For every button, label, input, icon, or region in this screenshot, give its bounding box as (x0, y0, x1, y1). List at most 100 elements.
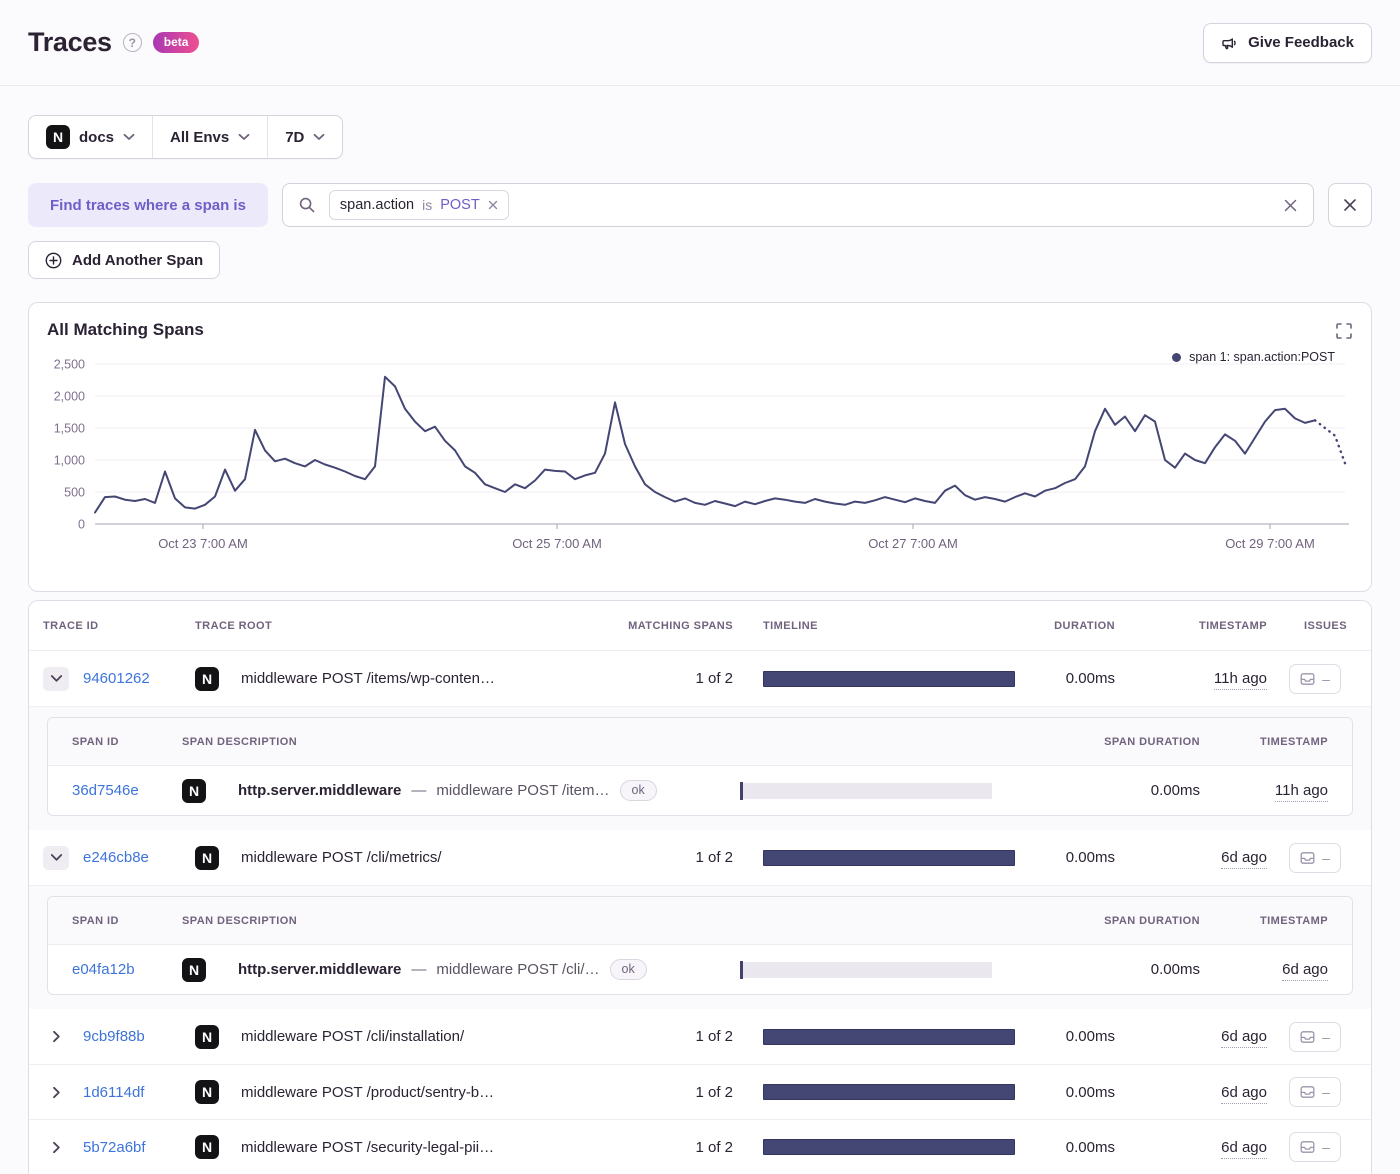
trace-root: middleware POST /cli/installation/ (241, 1028, 465, 1045)
expand-chart-button[interactable] (1336, 323, 1352, 339)
expanded-span-region: SPAN ID SPAN DESCRIPTION SPAN DURATION T… (29, 885, 1371, 1009)
trace-id-link[interactable]: 5b72a6bf (83, 1139, 195, 1156)
all-matching-spans-panel: All Matching Spans span 1: span.action:P… (28, 302, 1372, 592)
timestamp-value[interactable]: 6d ago (1221, 1028, 1267, 1048)
remove-token-icon[interactable] (488, 200, 498, 210)
nextjs-icon: N (46, 125, 70, 149)
timestamp-value[interactable]: 6d ago (1221, 849, 1267, 869)
span-id-link[interactable]: 36d7546e (72, 782, 182, 799)
search-token[interactable]: span.action is POST (328, 190, 509, 220)
matching-spans-count: 1 of 2 (695, 670, 733, 687)
timeline-bar (763, 849, 1015, 866)
chevron-down-icon (238, 133, 250, 140)
trace-root: middleware POST /product/sentry-b… (241, 1083, 495, 1101)
expand-row-button[interactable] (43, 1135, 69, 1159)
span-timeline-marker (740, 781, 743, 800)
duration-value: 0.00ms (1065, 670, 1115, 687)
timestamp-value[interactable]: 6d ago (1221, 1138, 1267, 1159)
timeline-bar (763, 1028, 1015, 1045)
table-row[interactable]: 1d6114df N middleware POST /product/sent… (29, 1064, 1371, 1119)
issues-icon (1300, 1030, 1315, 1043)
chevron-right-icon (52, 1141, 60, 1153)
collapse-row-button[interactable] (43, 845, 69, 870)
nextjs-icon: N (195, 1135, 219, 1159)
span-id-link[interactable]: e04fa12b (72, 961, 182, 978)
date-range-selector[interactable]: 7D (267, 116, 342, 158)
span-op: http.server.middleware (238, 961, 402, 978)
remove-span-filter-button[interactable] (1328, 183, 1372, 227)
svg-text:Oct 23 7:00 AM: Oct 23 7:00 AM (158, 536, 248, 551)
environment-selector[interactable]: All Envs (152, 116, 267, 158)
environment-selector-value: All Envs (170, 128, 230, 146)
help-icon[interactable]: ? (122, 33, 142, 52)
svg-text:0: 0 (78, 518, 85, 532)
issues-count: – (1322, 1139, 1330, 1155)
span-timestamp-value[interactable]: 6d ago (1282, 961, 1328, 981)
nextjs-icon: N (195, 666, 219, 691)
plus-circle-icon (45, 252, 62, 268)
issues-count: – (1322, 849, 1330, 866)
header-trace-id: TRACE ID (43, 619, 99, 632)
trace-root: middleware POST /items/wp-conten… (241, 670, 495, 687)
span-duration-value: 0.00ms (1150, 961, 1200, 978)
span-row[interactable]: 36d7546e N http.server.middleware — midd… (48, 766, 1352, 815)
table-row[interactable]: 94601262 N middleware POST /items/wp-con… (29, 651, 1371, 706)
issues-button[interactable]: – (1289, 663, 1341, 694)
close-icon (1344, 199, 1356, 211)
span-timeline-marker (740, 960, 743, 979)
add-another-span-button[interactable]: Add Another Span (28, 241, 221, 279)
trace-root: middleware POST /cli/metrics/ (241, 849, 442, 866)
issues-button[interactable]: – (1289, 1077, 1341, 1107)
svg-text:Oct 29 7:00 AM: Oct 29 7:00 AM (1225, 536, 1315, 551)
timestamp-value[interactable]: 11h ago (1213, 670, 1267, 690)
span-timeline-bar (740, 960, 992, 979)
nextjs-icon: N (195, 1080, 219, 1104)
chart-legend: span 1: span.action:POST (1172, 350, 1335, 364)
table-row[interactable]: e246cb8e N middleware POST /cli/metrics/… (29, 830, 1371, 885)
span-timestamp-value[interactable]: 11h ago (1274, 782, 1328, 802)
traces-table: TRACE ID TRACE ROOT MATCHING SPANS TIMEL… (28, 600, 1372, 1174)
trace-id-link[interactable]: 1d6114df (83, 1084, 195, 1101)
svg-text:1,500: 1,500 (54, 422, 85, 436)
span-separator: — (411, 782, 427, 799)
span-search-input[interactable]: span.action is POST (281, 183, 1314, 227)
trace-id-link[interactable]: 94601262 (83, 670, 195, 687)
project-selector[interactable]: N docs (29, 116, 152, 158)
header-timeline: TIMELINE (763, 619, 818, 632)
collapse-row-button[interactable] (43, 666, 69, 691)
timestamp-value[interactable]: 6d ago (1221, 1083, 1267, 1104)
header-span-description: SPAN DESCRIPTION (182, 914, 298, 927)
header-span-duration: SPAN DURATION (1104, 735, 1200, 748)
trace-id-link[interactable]: e246cb8e (83, 849, 195, 866)
find-traces-label[interactable]: Find traces where a span is (28, 183, 268, 227)
issues-button[interactable]: – (1289, 1132, 1341, 1162)
duration-value: 0.00ms (1065, 1138, 1115, 1156)
nextjs-icon: N (182, 957, 206, 982)
issues-button[interactable]: – (1289, 842, 1341, 873)
span-description: middleware POST /cli/… (436, 961, 600, 978)
trace-id-link[interactable]: 9cb9f88b (83, 1028, 195, 1045)
svg-text:2,000: 2,000 (54, 390, 85, 404)
header-span-description: SPAN DESCRIPTION (182, 735, 298, 748)
search-token-value: POST (440, 197, 480, 213)
table-row[interactable]: 9cb9f88b N middleware POST /cli/installa… (29, 1009, 1371, 1064)
issues-button[interactable]: – (1289, 1021, 1341, 1052)
chart-title: All Matching Spans (47, 320, 204, 339)
span-op: http.server.middleware (238, 782, 402, 799)
spans-line-chart: 0 500 1,000 1,500 2,000 2,500 Oct 23 7:00 AM Oc… (54, 358, 1349, 551)
megaphone-icon (1221, 35, 1238, 51)
span-row[interactable]: e04fa12b N http.server.middleware — midd… (48, 945, 1352, 994)
expand-row-button[interactable] (43, 1025, 69, 1049)
fullscreen-icon (1336, 323, 1352, 339)
header-trace-root: TRACE ROOT (195, 619, 273, 632)
span-subtable: SPAN ID SPAN DESCRIPTION SPAN DURATION T… (47, 896, 1353, 995)
give-feedback-button[interactable]: Give Feedback (1203, 22, 1372, 63)
clear-search-button[interactable] (1283, 198, 1298, 213)
issues-count: – (1322, 1028, 1330, 1045)
duration-value: 0.00ms (1065, 1083, 1115, 1101)
matching-spans-count: 1 of 2 (695, 1138, 733, 1156)
table-row[interactable]: 5b72a6bf N middleware POST /security-leg… (29, 1119, 1371, 1174)
header-issues: ISSUES (1303, 619, 1347, 632)
expand-row-button[interactable] (43, 1080, 69, 1104)
beta-badge: beta (152, 32, 200, 53)
